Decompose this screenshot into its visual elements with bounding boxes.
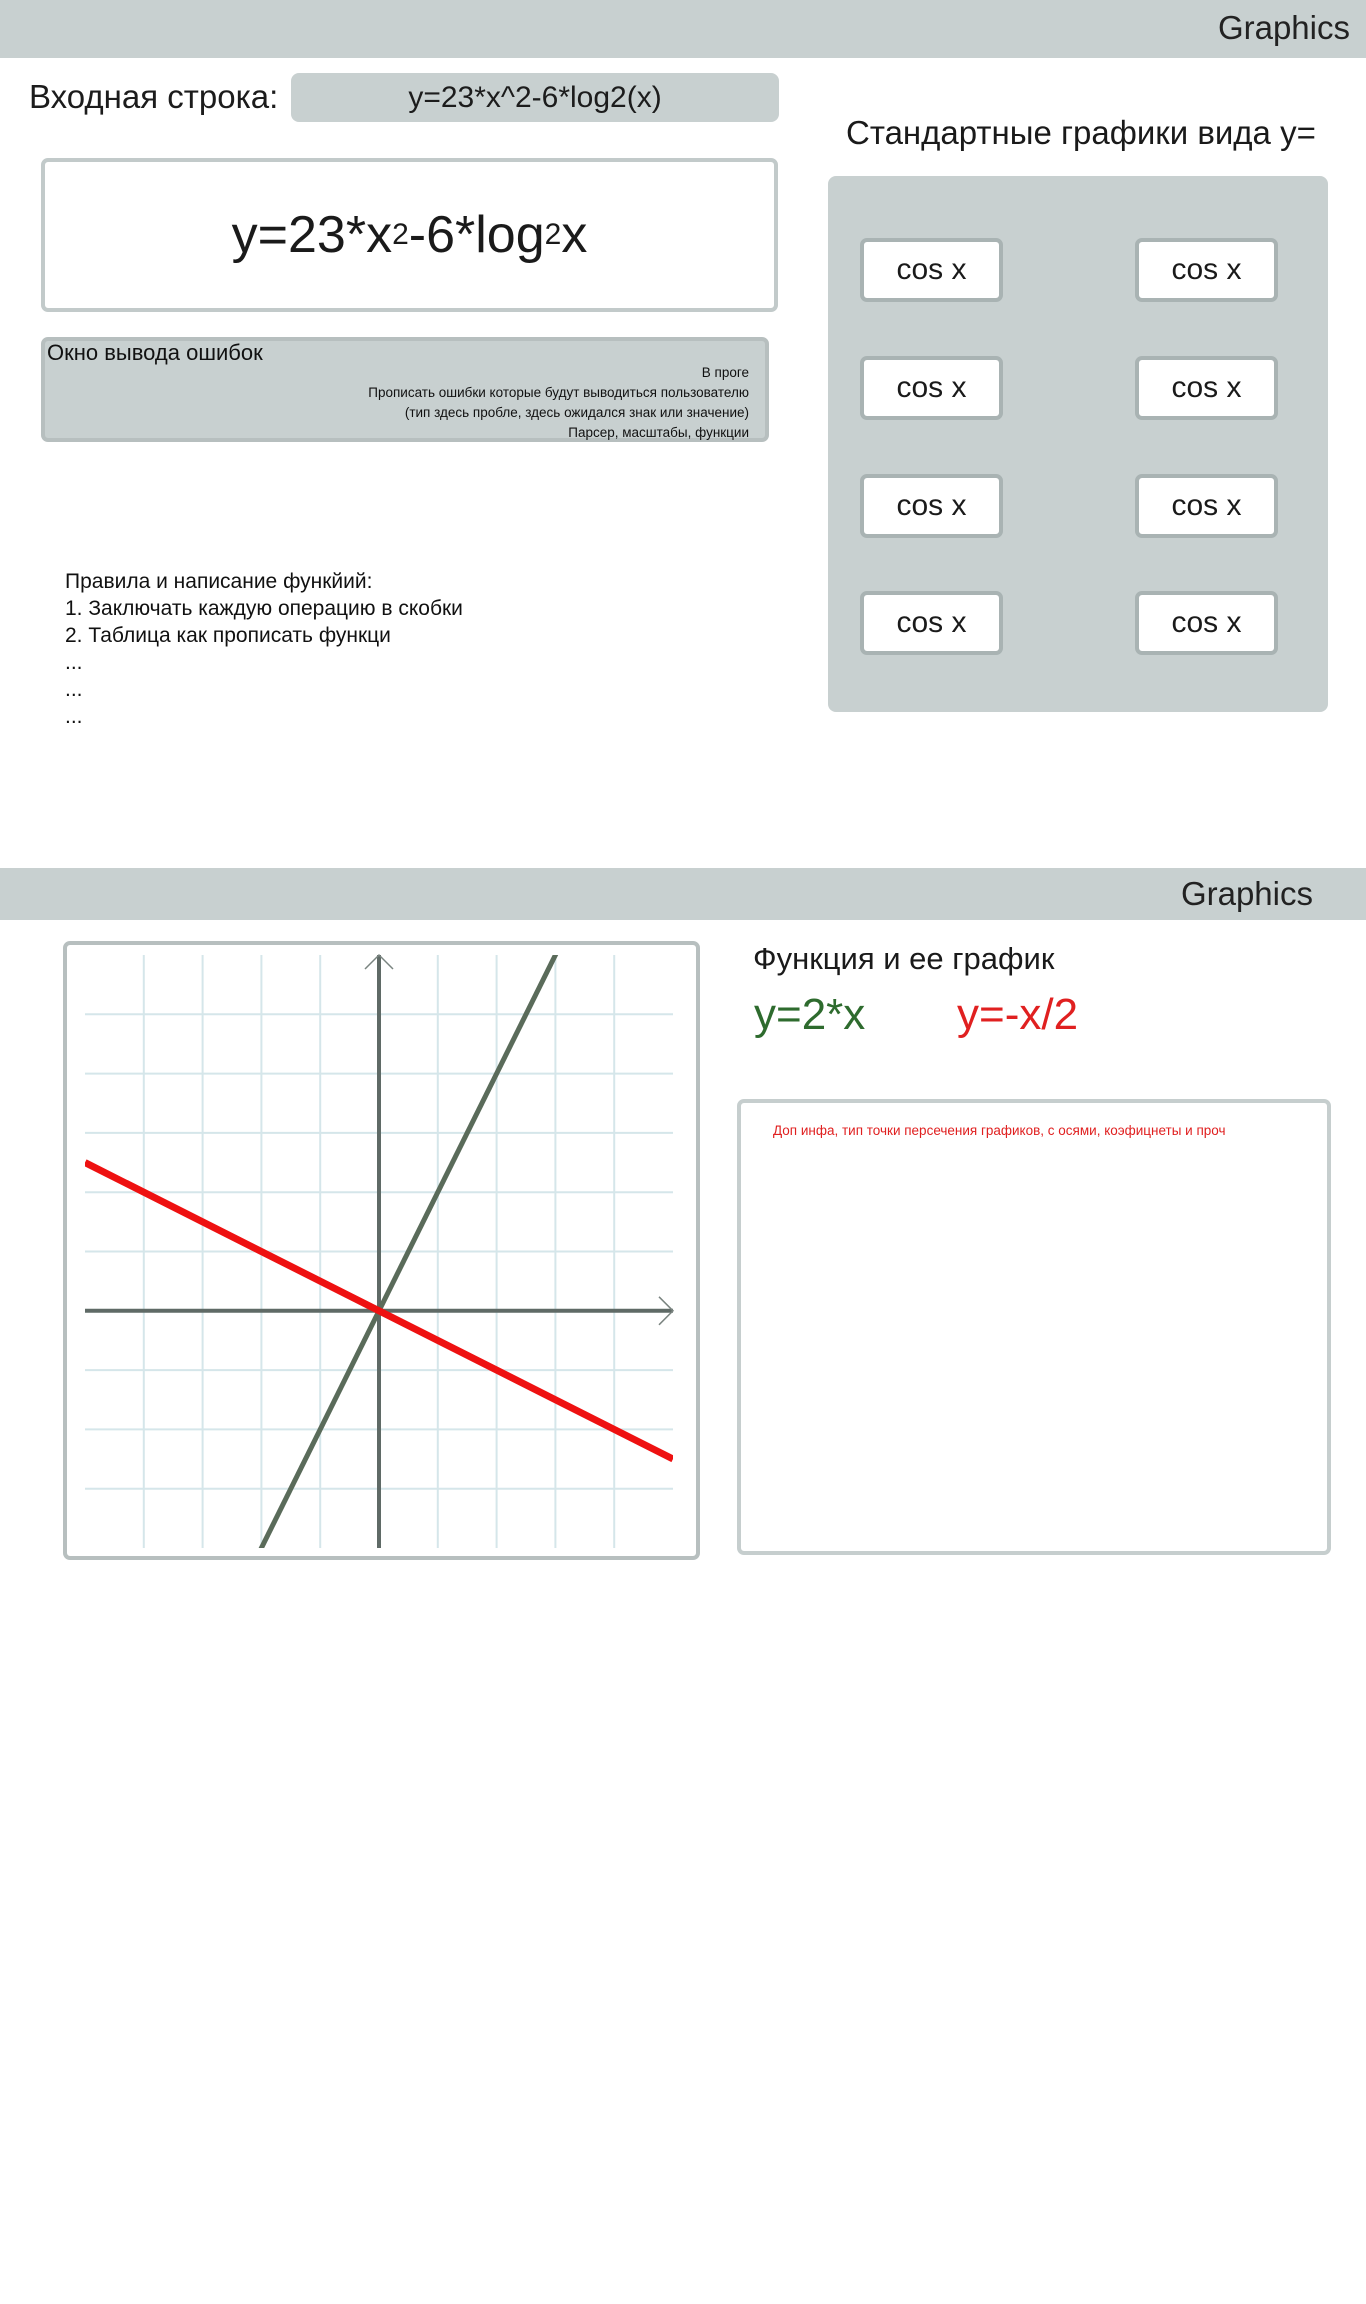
- error-line: (тип здесь пробле, здесь ожидался знак и…: [404, 405, 749, 420]
- app-title: Graphics: [1180, 875, 1313, 912]
- error-line: Парсер, масштабы, функции: [568, 425, 749, 440]
- standard-graph-button[interactable]: cos x: [1135, 591, 1278, 655]
- app-title: Graphics: [1217, 9, 1350, 46]
- function-input[interactable]: [291, 73, 779, 122]
- rules-item: 1. Заключать каждую операцию в скобки: [65, 597, 463, 620]
- rules-section: Правила и написание функйий: 1. Заключат…: [65, 568, 463, 730]
- formula-middle: -6*log: [408, 206, 545, 264]
- standard-graph-button[interactable]: cos x: [1135, 474, 1278, 538]
- standard-graph-button[interactable]: cos x: [860, 474, 1003, 538]
- error-line: В проге: [701, 365, 749, 380]
- formula-main: y=23*x: [231, 206, 393, 264]
- standard-graphs-panel: cos x cos x cos x cos x cos x cos x cos …: [828, 176, 1328, 712]
- function-label-2: y=-x/2: [957, 990, 1079, 1039]
- rules-item: 2. Таблица как прописать функци: [65, 624, 391, 647]
- formula-base: 2: [544, 218, 562, 251]
- standard-graph-button[interactable]: cos x: [860, 356, 1003, 420]
- standard-graph-button[interactable]: cos x: [1135, 238, 1278, 302]
- graph-plot: [85, 953, 675, 1548]
- rules-title: Правила и написание функйий:: [65, 570, 373, 593]
- formula-arg: x: [561, 206, 588, 264]
- info-text: Доп инфа, тип точки персечения графиков,…: [773, 1123, 1226, 1138]
- standard-graphs-title: Стандартные графики вида y=: [846, 114, 1316, 151]
- header-bar-2: Graphics: [0, 868, 1366, 920]
- input-label: Входная строка:: [29, 78, 279, 115]
- standard-graph-button[interactable]: cos x: [1135, 356, 1278, 420]
- info-panel: Доп инфа, тип точки персечения графиков,…: [737, 1099, 1331, 1555]
- standard-graph-button[interactable]: cos x: [860, 238, 1003, 302]
- error-panel-title: Окно вывода ошибок: [47, 340, 263, 365]
- formula-power: 2: [392, 218, 409, 251]
- graph-canvas[interactable]: [63, 941, 700, 1560]
- rules-item: ...: [65, 651, 83, 674]
- error-output-panel: Окно вывода ошибок В проге Прописать оши…: [41, 337, 769, 442]
- rules-item: ...: [65, 705, 83, 728]
- formula-preview: y=23*x 2 -6*log 2 x: [41, 158, 778, 312]
- header-bar: Graphics: [0, 0, 1366, 58]
- functions-heading: Функция и ее график: [753, 941, 1055, 976]
- standard-graph-button[interactable]: cos x: [860, 591, 1003, 655]
- error-line: Прописать ошибки которые будут выводитьс…: [368, 385, 749, 400]
- function-label-1: y=2*x: [754, 990, 866, 1039]
- rules-item: ...: [65, 678, 83, 701]
